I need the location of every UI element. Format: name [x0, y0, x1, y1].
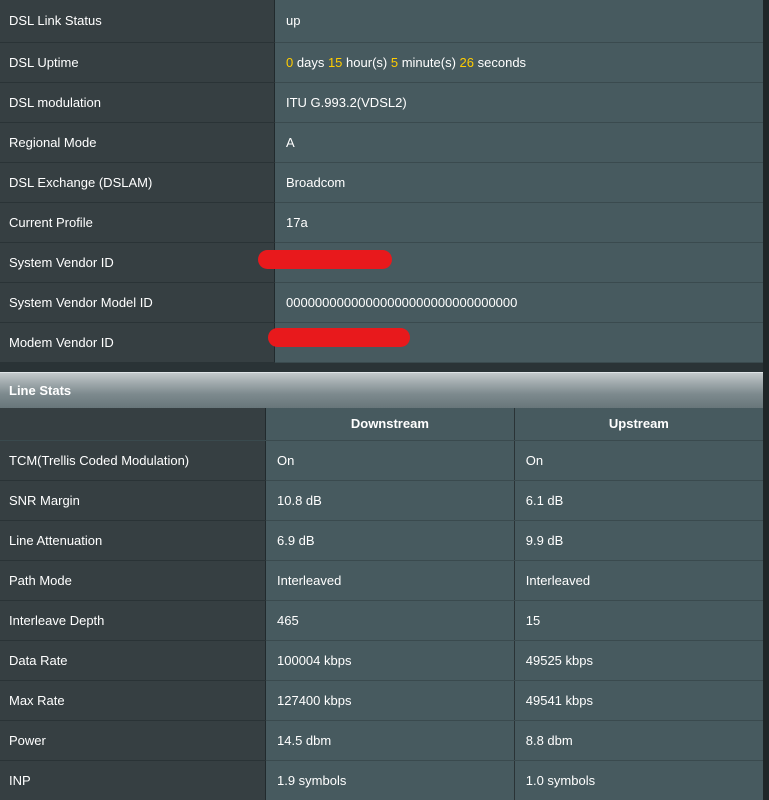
- stat-label: Max Rate: [0, 680, 266, 721]
- dsl-modulation-label: DSL modulation: [0, 82, 275, 123]
- table-header-row: Downstream Upstream: [0, 408, 763, 441]
- stat-label: INP: [0, 760, 266, 800]
- stat-label: TCM(Trellis Coded Modulation): [0, 440, 266, 481]
- stat-downstream-value: 10.8 dB: [265, 480, 515, 521]
- line-stats-section-header: Line Stats: [0, 372, 763, 408]
- dsl-link-status-label: DSL Link Status: [0, 0, 275, 43]
- table-row: DSL modulation ITU G.993.2(VDSL2): [0, 82, 763, 123]
- stat-label: Data Rate: [0, 640, 266, 681]
- system-vendor-id-label: System Vendor ID: [0, 242, 275, 283]
- current-profile-label: Current Profile: [0, 202, 275, 243]
- stat-upstream-value: 49525 kbps: [513, 640, 763, 681]
- stat-upstream-value: 15: [513, 600, 763, 641]
- stat-label: Line Attenuation: [0, 520, 266, 561]
- uptime-seconds-unit: seconds: [477, 54, 527, 70]
- table-row: Current Profile 17a: [0, 202, 763, 243]
- stat-label: SNR Margin: [0, 480, 266, 521]
- dsl-status-page: DSL Link Status up DSL Uptime 0 days 15 …: [0, 0, 769, 800]
- modem-vendor-id-redaction: [268, 328, 410, 347]
- stat-upstream-value: 1.0 symbols: [513, 760, 763, 800]
- table-row: INP 1.9 symbols 1.0 symbols: [0, 760, 763, 800]
- dsl-exchange-value: Broadcom: [274, 162, 763, 203]
- stat-upstream-value: Interleaved: [513, 560, 763, 601]
- table-row: DSL Exchange (DSLAM) Broadcom: [0, 162, 763, 203]
- dsl-modulation-value: ITU G.993.2(VDSL2): [274, 82, 763, 123]
- stat-upstream-value: On: [513, 440, 763, 481]
- system-vendor-id-redaction: [258, 250, 392, 269]
- stat-label: Interleave Depth: [0, 600, 266, 641]
- table-row: Max Rate 127400 kbps 49541 kbps: [0, 680, 763, 721]
- uptime-days-unit: days: [296, 54, 325, 70]
- stat-upstream-value: 9.9 dB: [513, 520, 763, 561]
- table-row: Regional Mode A: [0, 122, 763, 163]
- stat-downstream-value: 100004 kbps: [265, 640, 515, 681]
- table-row: Line Attenuation 6.9 dB 9.9 dB: [0, 520, 763, 561]
- page-right-edge: [763, 0, 769, 800]
- table-row: DSL Link Status up: [0, 0, 763, 43]
- stat-downstream-value: 6.9 dB: [265, 520, 515, 561]
- uptime-seconds: 26: [459, 54, 474, 70]
- stat-label: Power: [0, 720, 266, 761]
- header-spacer: [0, 408, 266, 441]
- stat-downstream-value: 14.5 dbm: [265, 720, 515, 761]
- downstream-column-header: Downstream: [265, 408, 515, 441]
- stat-upstream-value: 49541 kbps: [513, 680, 763, 721]
- dsl-uptime-value: 0 days 15 hour(s) 5 minute(s) 26 seconds: [274, 42, 763, 83]
- uptime-days: 0: [286, 54, 294, 70]
- modem-vendor-id-label: Modem Vendor ID: [0, 322, 275, 363]
- dsl-status-table: DSL Link Status up DSL Uptime 0 days 15 …: [0, 0, 763, 363]
- table-row: SNR Margin 10.8 dB 6.1 dB: [0, 480, 763, 521]
- stat-upstream-value: 8.8 dbm: [513, 720, 763, 761]
- table-row: Path Mode Interleaved Interleaved: [0, 560, 763, 601]
- dsl-uptime-label: DSL Uptime: [0, 42, 275, 83]
- system-vendor-model-id-label: System Vendor Model ID: [0, 282, 275, 323]
- regional-mode-value: A: [274, 122, 763, 163]
- regional-mode-label: Regional Mode: [0, 122, 275, 163]
- stat-downstream-value: Interleaved: [265, 560, 515, 601]
- dsl-exchange-label: DSL Exchange (DSLAM): [0, 162, 275, 203]
- table-row: Interleave Depth 465 15: [0, 600, 763, 641]
- upstream-column-header: Upstream: [513, 408, 763, 441]
- system-vendor-model-id-value: 00000000000000000000000000000000: [274, 282, 763, 323]
- uptime-hours-unit: hour(s): [346, 54, 388, 70]
- stat-downstream-value: 465: [265, 600, 515, 641]
- dsl-link-status-value: up: [274, 0, 763, 43]
- table-row: System Vendor Model ID 00000000000000000…: [0, 282, 763, 323]
- line-stats-title: Line Stats: [9, 383, 72, 398]
- current-profile-value: 17a: [274, 202, 763, 243]
- stat-downstream-value: 127400 kbps: [265, 680, 515, 721]
- table-row: Data Rate 100004 kbps 49525 kbps: [0, 640, 763, 681]
- line-stats-table: Downstream Upstream TCM(Trellis Coded Mo…: [0, 408, 763, 800]
- uptime-minutes: 5: [390, 54, 399, 70]
- uptime-hours: 15: [327, 54, 343, 70]
- uptime-minutes-unit: minute(s): [401, 54, 456, 70]
- table-row: DSL Uptime 0 days 15 hour(s) 5 minute(s)…: [0, 42, 763, 83]
- table-row: Power 14.5 dbm 8.8 dbm: [0, 720, 763, 761]
- stat-upstream-value: 6.1 dB: [513, 480, 763, 521]
- stat-label: Path Mode: [0, 560, 266, 601]
- stat-downstream-value: 1.9 symbols: [265, 760, 515, 800]
- table-row: TCM(Trellis Coded Modulation) On On: [0, 440, 763, 481]
- stat-downstream-value: On: [265, 440, 515, 481]
